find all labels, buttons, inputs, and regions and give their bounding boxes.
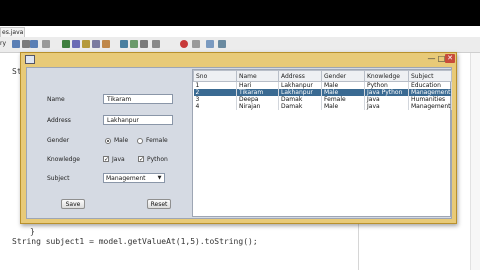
table-cell: 1 bbox=[193, 81, 237, 89]
toolbar-tool-icon[interactable] bbox=[192, 40, 200, 48]
toolbar-tool-icon[interactable] bbox=[82, 40, 90, 48]
table-cell: Java bbox=[364, 96, 409, 103]
table-cell: 4 bbox=[193, 103, 237, 110]
toolbar-tool-icon[interactable] bbox=[92, 40, 100, 48]
toolbar-tool-icon[interactable] bbox=[22, 40, 30, 48]
table-cell: Tikaram bbox=[236, 89, 279, 96]
subject-select-value: Management bbox=[106, 175, 146, 182]
top-black-band bbox=[0, 0, 480, 26]
column-header[interactable]: Knowledge bbox=[364, 70, 409, 82]
gender-female-radio[interactable] bbox=[137, 138, 143, 144]
close-button[interactable]: ✕ bbox=[445, 54, 455, 63]
toolbar-tool-icon[interactable] bbox=[42, 40, 50, 48]
table-cell: Humanities bbox=[408, 96, 452, 103]
toolbar-tool-icon[interactable] bbox=[180, 40, 188, 48]
table-cell: Deepa bbox=[236, 96, 279, 103]
name-field[interactable]: Tikaram bbox=[103, 94, 173, 104]
table-cell: Male bbox=[321, 81, 365, 89]
table-cell: 3 bbox=[193, 96, 237, 103]
subject-label: Subject bbox=[47, 175, 70, 182]
records-table-panel: Sno Name Address Gender Knowledge Subject 1 Ha… bbox=[192, 69, 452, 217]
toolbar-tool-icon[interactable] bbox=[140, 40, 148, 48]
code-line-brace: } bbox=[30, 227, 35, 236]
java-label: Java bbox=[112, 156, 125, 163]
java-checkbox[interactable]: ✓ bbox=[103, 156, 109, 163]
python-checkbox[interactable]: ✓ bbox=[138, 156, 144, 163]
table-cell: Java bbox=[364, 103, 409, 110]
table-cell: Female bbox=[321, 96, 365, 103]
table-row[interactable]: 4 Nirajan Damak Male Java Management bbox=[193, 103, 452, 110]
toolbar-tool-icon[interactable] bbox=[130, 40, 138, 48]
table-cell: Education bbox=[408, 81, 452, 89]
table-cell: Hari bbox=[236, 81, 279, 89]
toolbar-tool-icon[interactable] bbox=[206, 40, 214, 48]
table-cell: Management bbox=[408, 89, 452, 96]
toolbar-tool-icon[interactable] bbox=[72, 40, 80, 48]
table-cell: Lakhanpur bbox=[278, 89, 322, 96]
table-cell: Damak bbox=[278, 96, 322, 103]
python-label: Python bbox=[147, 156, 168, 163]
table-row[interactable]: 2 Tikaram Lakhanpur Male Java Python Manageme… bbox=[193, 89, 452, 96]
editor-error-stripe bbox=[470, 53, 480, 270]
window-content: Name Tikaram Address Lakhanpur Gender Ma… bbox=[26, 67, 452, 219]
records-table: Sno Name Address Gender Knowledge Subject 1 Ha… bbox=[193, 70, 452, 110]
gender-female-label: Female bbox=[146, 137, 168, 144]
column-header[interactable]: Subject bbox=[408, 70, 452, 82]
table-cell: Male bbox=[321, 89, 365, 96]
save-button[interactable]: Save bbox=[61, 199, 85, 209]
gender-male-label: Male bbox=[114, 137, 129, 144]
app-window-icon bbox=[25, 55, 35, 64]
table-cell: Lakhanpur bbox=[278, 81, 322, 89]
table-cell: Damak bbox=[278, 103, 322, 110]
address-label: Address bbox=[47, 117, 71, 124]
table-cell: 2 bbox=[193, 89, 237, 96]
window-titlebar[interactable]: — □ ✕ bbox=[21, 53, 456, 66]
name-label: Name bbox=[47, 96, 65, 103]
gender-male-radio[interactable] bbox=[105, 138, 111, 144]
column-header[interactable]: Gender bbox=[321, 70, 365, 82]
student-form-window: — □ ✕ Name Tikaram Address Lakhanpur Gen… bbox=[20, 52, 457, 224]
address-field[interactable]: Lakhanpur bbox=[103, 115, 173, 125]
table-cell: Nirajan bbox=[236, 103, 279, 110]
toolbar-tool-icon[interactable] bbox=[218, 40, 226, 48]
editor-file-tab-label: es.java bbox=[2, 29, 24, 36]
table-cell: Male bbox=[321, 103, 365, 110]
column-header[interactable]: Sno bbox=[193, 70, 237, 82]
ide-toolbar: ry bbox=[0, 37, 480, 53]
column-header[interactable]: Address bbox=[278, 70, 322, 82]
toolbar-tool-icon[interactable] bbox=[12, 40, 20, 48]
toolbar-tool-icon[interactable] bbox=[102, 40, 110, 48]
knowledge-label: Knowledge bbox=[47, 156, 80, 163]
chevron-down-icon: ▼ bbox=[157, 175, 162, 181]
toolbar-history-label[interactable]: ry bbox=[0, 40, 6, 47]
toolbar-tool-icon[interactable] bbox=[120, 40, 128, 48]
toolbar-tool-icon[interactable] bbox=[30, 40, 38, 48]
table-cell: Management bbox=[408, 103, 452, 110]
minimize-button[interactable]: — bbox=[427, 54, 436, 63]
table-row[interactable]: 1 Hari Lakhanpur Male Python Education bbox=[193, 81, 452, 89]
toolbar-tool-icon[interactable] bbox=[152, 40, 160, 48]
table-cell: Java Python bbox=[364, 89, 409, 96]
gender-label: Gender bbox=[47, 137, 70, 144]
reset-button[interactable]: Reset bbox=[147, 199, 171, 209]
code-line-subject: String subject1 = model.getValueAt(1,5).… bbox=[12, 237, 258, 246]
toolbar-tool-icon[interactable] bbox=[62, 40, 70, 48]
column-header[interactable]: Name bbox=[236, 70, 279, 82]
subject-select[interactable]: Management ▼ bbox=[103, 173, 165, 183]
table-row[interactable]: 3 Deepa Damak Female Java Humanities bbox=[193, 96, 452, 103]
table-cell: Python bbox=[364, 81, 409, 89]
